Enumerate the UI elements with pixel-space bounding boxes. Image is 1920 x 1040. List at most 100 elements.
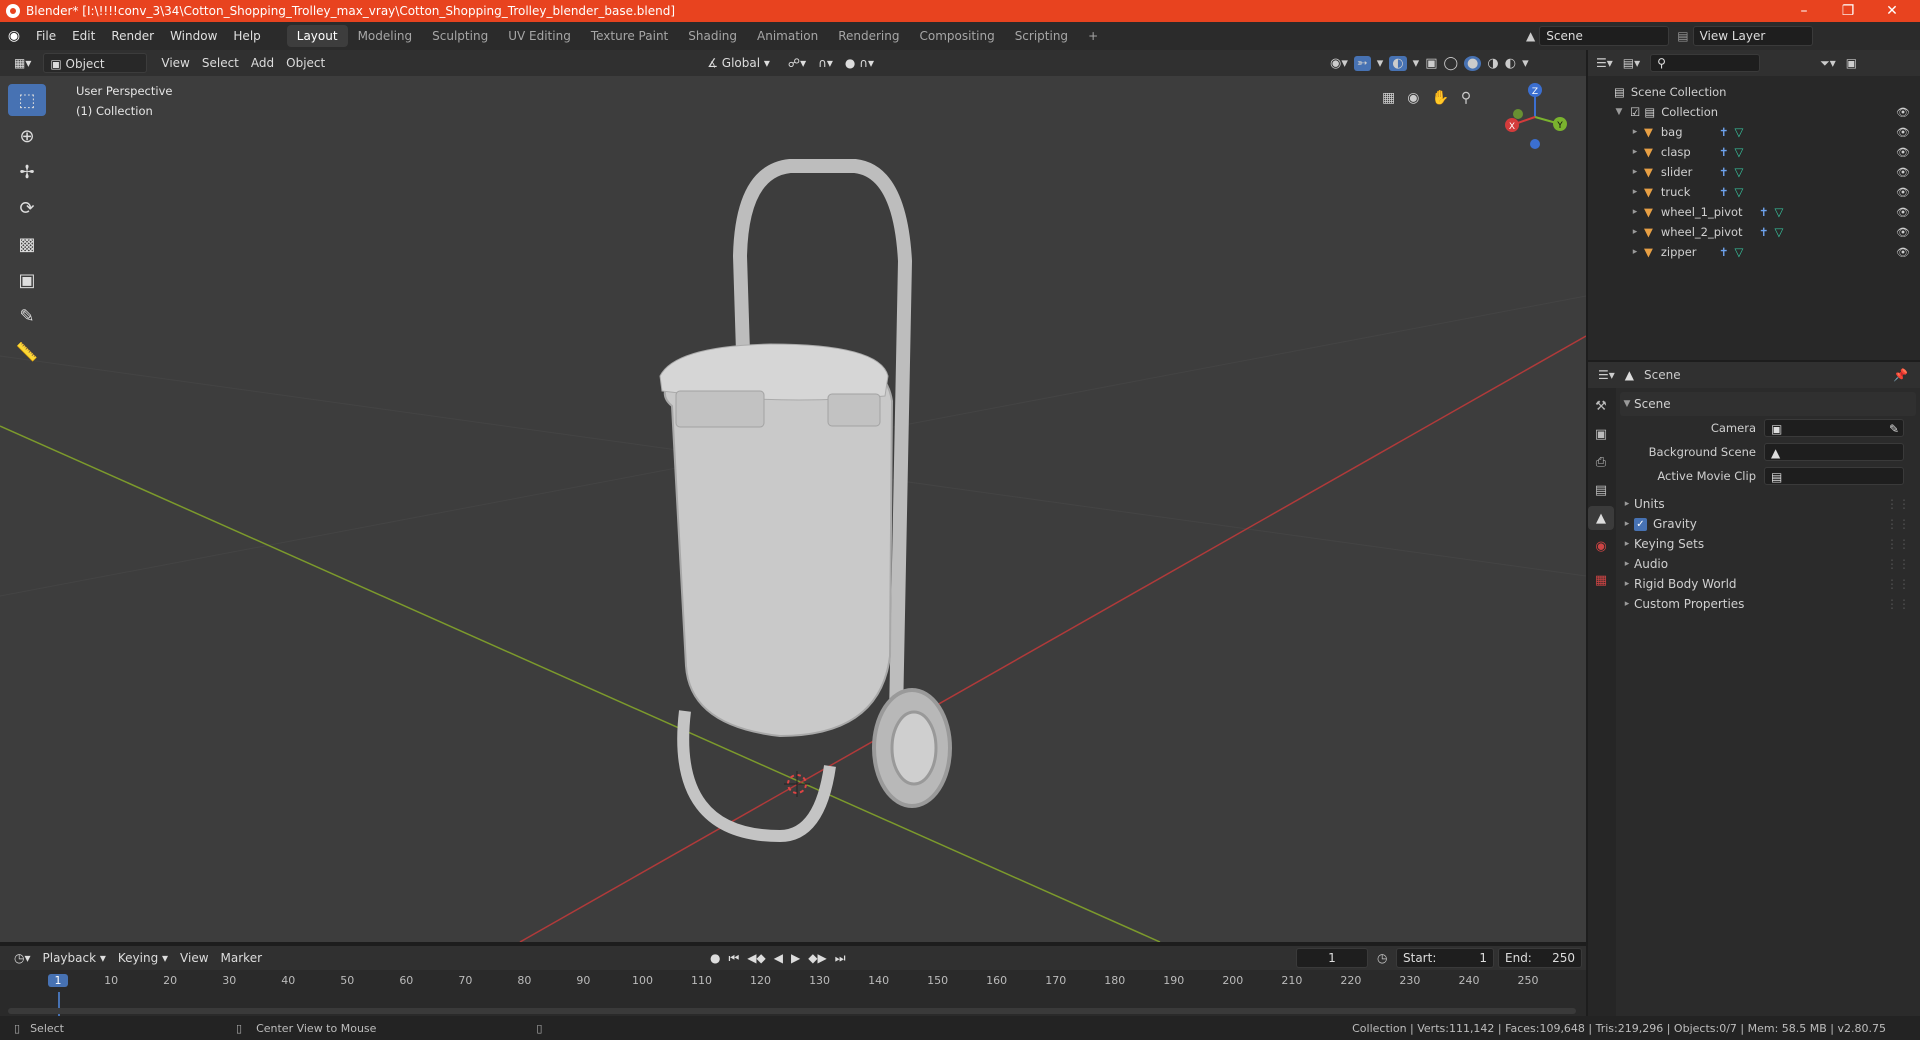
modifier-icon[interactable]: ✝ <box>1719 165 1729 179</box>
eye-icon[interactable]: 👁 <box>1896 206 1910 219</box>
scene-collection-row[interactable]: ▤ Scene Collection <box>1588 82 1920 102</box>
render-tab-icon[interactable]: ▣ <box>1588 422 1614 446</box>
view-layer-icon[interactable]: ▤ <box>1677 29 1688 43</box>
mesh-data-icon[interactable]: ▽ <box>1735 165 1744 179</box>
rotate-tool-icon[interactable]: ⟳ <box>8 192 46 224</box>
row-expand-icon[interactable]: ▸ <box>1628 167 1642 177</box>
pan-hand-icon[interactable]: ✋ <box>1431 90 1448 106</box>
movie-clip-field[interactable]: ▤ <box>1764 467 1904 485</box>
eye-icon[interactable]: 👁 <box>1896 166 1910 179</box>
eye-icon[interactable]: 👁 <box>1896 146 1910 159</box>
scale-tool-icon[interactable]: ▩ <box>8 228 46 260</box>
current-frame-field[interactable]: 1 <box>1296 948 1368 968</box>
tab-scripting[interactable]: Scripting <box>1005 25 1078 47</box>
tab-modeling[interactable]: Modeling <box>348 25 423 47</box>
restore-icon[interactable]: ❐ <box>1826 0 1870 22</box>
row-expand-icon[interactable]: ▸ <box>1628 207 1642 217</box>
tab-layout[interactable]: Layout <box>286 25 348 47</box>
solid-shading-icon[interactable]: ● <box>1464 55 1482 71</box>
background-scene-field[interactable]: ▲ <box>1764 443 1904 461</box>
row-expand-icon[interactable]: ▸ <box>1628 247 1642 257</box>
eye-icon[interactable]: 👁 <box>1896 106 1910 119</box>
outliner-row-wheel-2-pivot[interactable]: ▸ ▼ wheel_2_pivot ✝ ▽ 👁 <box>1588 222 1920 242</box>
menu-file[interactable]: File <box>28 25 64 47</box>
visibility-icon[interactable]: ◉▾ <box>1330 56 1348 71</box>
viewport-menu-select[interactable]: Select <box>196 53 245 73</box>
timeline-editor-icon[interactable]: ◷▾ <box>8 948 37 968</box>
drag-handle-icon[interactable]: ⋮⋮ <box>1886 577 1910 591</box>
display-mode-icon[interactable]: ▤▾ <box>1623 56 1640 70</box>
mesh-data-icon[interactable]: ▽ <box>1735 185 1744 199</box>
output-tab-icon[interactable]: ⎙ <box>1588 450 1614 474</box>
timeline-menu-marker[interactable]: Marker <box>215 948 268 968</box>
properties-editor-icon[interactable]: ☰▾ <box>1598 368 1615 382</box>
viewport-menu-object[interactable]: Object <box>280 53 331 73</box>
eye-icon[interactable]: 👁 <box>1896 186 1910 199</box>
play-reverse-icon[interactable]: ◀ <box>774 951 783 966</box>
section-expand-icon[interactable]: ▸ <box>1620 499 1634 509</box>
record-icon[interactable]: ● <box>710 951 720 966</box>
timeline-menu-keying[interactable]: Keying ▾ <box>112 948 174 968</box>
outliner-row-clasp[interactable]: ▸ ▼ clasp ✝ ▽ 👁 <box>1588 142 1920 162</box>
tab-texture-paint[interactable]: Texture Paint <box>581 25 678 47</box>
timeline-scrollbar[interactable] <box>8 1008 1576 1014</box>
start-frame-field[interactable]: Start: 1 <box>1396 948 1494 968</box>
drag-handle-icon[interactable]: ⋮⋮ <box>1886 497 1910 511</box>
tool-tab-icon[interactable]: ⚒ <box>1588 394 1614 418</box>
modifier-icon[interactable]: ✝ <box>1719 245 1729 259</box>
transform-tool-icon[interactable]: ▣ <box>8 264 46 296</box>
minimize-icon[interactable]: – <box>1782 0 1826 22</box>
world-tab-icon[interactable]: ◉ <box>1588 534 1614 558</box>
collection-checkbox[interactable]: ☑ <box>1630 105 1640 119</box>
tab-animation[interactable]: Animation <box>747 25 828 47</box>
mesh-data-icon[interactable]: ▽ <box>1735 145 1744 159</box>
viewport-menu-view[interactable]: View <box>155 53 195 73</box>
material-shading-icon[interactable]: ◑ <box>1487 56 1498 71</box>
outliner-row-bag[interactable]: ▸ ▼ bag ✝ ▽ 👁 <box>1588 122 1920 142</box>
add-workspace-icon[interactable]: + <box>1078 25 1108 47</box>
navigation-gizmo[interactable]: Z Y X <box>1500 82 1570 152</box>
menu-help[interactable]: Help <box>225 25 268 47</box>
tab-rendering[interactable]: Rendering <box>828 25 909 47</box>
rendered-shading-icon[interactable]: ◐ <box>1505 56 1516 71</box>
proportional-edit-icon[interactable]: ● ∩▾ <box>839 53 880 73</box>
section-audio[interactable]: ▸ Audio ⋮⋮ <box>1620 554 1916 574</box>
scene-field[interactable]: Scene <box>1539 26 1670 46</box>
gravity-checkbox[interactable]: ✓ <box>1634 517 1647 531</box>
modifier-icon[interactable]: ✝ <box>1719 145 1729 159</box>
texture-tab-icon[interactable]: ▦ <box>1588 568 1614 592</box>
tab-compositing[interactable]: Compositing <box>909 25 1004 47</box>
editor-type-icon[interactable]: ▦▾ <box>8 53 37 73</box>
snap-icon[interactable]: ∩▾ <box>812 53 839 73</box>
overlay-toggle-icon[interactable]: ◐ <box>1389 55 1407 71</box>
row-expand-icon[interactable]: ▸ <box>1628 127 1642 137</box>
move-tool-icon[interactable]: ✢ <box>8 156 46 188</box>
view-layer-field[interactable]: View Layer <box>1692 26 1813 46</box>
eye-icon[interactable]: 👁 <box>1896 246 1910 259</box>
collection-row[interactable]: ▼ ☑ ▤ Collection 👁 <box>1588 102 1920 122</box>
section-keying-sets[interactable]: ▸ Keying Sets ⋮⋮ <box>1620 534 1916 554</box>
next-keyframe-icon[interactable]: ◆▶ <box>808 951 826 966</box>
zoom-icon[interactable]: ⚲ <box>1461 90 1471 106</box>
shopping-trolley-model[interactable] <box>659 159 952 843</box>
menu-render[interactable]: Render <box>103 25 162 47</box>
section-expand-icon[interactable]: ▸ <box>1620 519 1634 529</box>
clock-icon[interactable]: ◷ <box>1377 951 1387 965</box>
section-gravity[interactable]: ▸ ✓ Gravity ⋮⋮ <box>1620 514 1916 534</box>
timeline-menu-playback[interactable]: Playback ▾ <box>37 948 112 968</box>
modifier-icon[interactable]: ✝ <box>1719 125 1729 139</box>
tab-uv-editing[interactable]: UV Editing <box>498 25 581 47</box>
eye-icon[interactable]: 👁 <box>1896 126 1910 139</box>
outliner-row-truck[interactable]: ▸ ▼ truck ✝ ▽ 👁 <box>1588 182 1920 202</box>
section-expand-icon[interactable]: ▸ <box>1620 579 1634 589</box>
outliner-row-slider[interactable]: ▸ ▼ slider ✝ ▽ 👁 <box>1588 162 1920 182</box>
timeline-menu-view[interactable]: View <box>174 948 214 968</box>
section-expand-icon[interactable]: ▸ <box>1620 599 1634 609</box>
mesh-data-icon[interactable]: ▽ <box>1735 245 1744 259</box>
collection-expand-icon[interactable]: ▼ <box>1612 107 1626 117</box>
section-units[interactable]: ▸ Units ⋮⋮ <box>1620 494 1916 514</box>
mesh-data-icon[interactable]: ▽ <box>1775 205 1784 219</box>
menu-edit[interactable]: Edit <box>64 25 103 47</box>
mesh-data-icon[interactable]: ▽ <box>1775 225 1784 239</box>
annotate-tool-icon[interactable]: ✎ <box>8 300 46 332</box>
